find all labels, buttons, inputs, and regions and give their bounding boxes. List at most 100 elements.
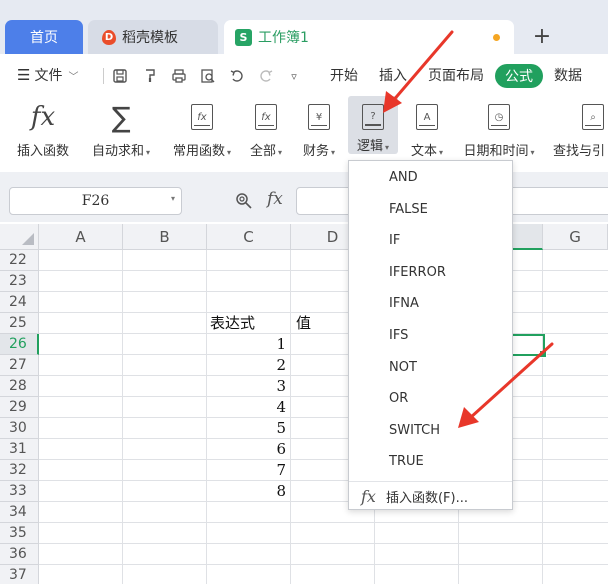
row-header-35[interactable]: 35	[0, 523, 39, 544]
tab-home[interactable]: 首页	[5, 20, 83, 54]
row-header-36[interactable]: 36	[0, 544, 39, 565]
column-gridline	[290, 250, 291, 584]
financial-functions-button[interactable]: ¥ 财务 ▾	[296, 96, 342, 164]
cell-c29[interactable]: 4	[208, 397, 288, 418]
menu-insert-label: 插入	[379, 68, 407, 84]
logical-functions-button[interactable]: ? 逻辑 ▾	[348, 96, 398, 154]
logic-function-iferror[interactable]: IFERROR	[349, 259, 512, 287]
row-gridline	[39, 270, 608, 271]
logical-functions-label: 逻辑	[356, 139, 383, 154]
cell-c31[interactable]: 6	[208, 439, 288, 460]
magnifier-book-icon: ⌕	[550, 100, 604, 134]
row-header-28[interactable]: 28	[0, 376, 39, 397]
row-header-29[interactable]: 29	[0, 397, 39, 418]
spreadsheet-logo-icon: S	[235, 28, 252, 46]
select-all-corner[interactable]	[0, 224, 39, 250]
logic-function-switch[interactable]: SWITCH	[349, 417, 512, 445]
new-tab-button[interactable]: +	[528, 22, 556, 50]
logic-function-and[interactable]: AND	[349, 164, 512, 192]
datetime-functions-button[interactable]: ◷ 日期和时间 ▾	[456, 96, 542, 164]
column-header-c[interactable]: C	[207, 224, 291, 250]
all-functions-button[interactable]: fx 全部 ▾	[244, 96, 288, 164]
row-gridline	[39, 564, 608, 565]
formula-bar: F26 ▾ fx	[0, 172, 608, 222]
spreadsheet-window: 首页 D 稻壳模板 S 工作簿1 + ☰ 文件 ﹀ ▿ 开始 插入 页面布局 数…	[0, 0, 608, 584]
dropdown-divider	[349, 481, 512, 482]
menu-insert[interactable]: 插入	[379, 54, 407, 96]
row-header-33[interactable]: 33	[0, 481, 39, 502]
financial-functions-label: 财务	[302, 144, 329, 159]
menu-divider	[103, 68, 104, 84]
menu-start[interactable]: 开始	[330, 54, 358, 96]
logic-function-if[interactable]: IF	[349, 227, 512, 255]
menu-page-layout[interactable]: 页面布局	[428, 54, 484, 96]
print-preview-icon[interactable]	[198, 67, 218, 85]
redo-icon[interactable]	[256, 67, 276, 85]
row-header-27[interactable]: 27	[0, 355, 39, 376]
row-header-25[interactable]: 25	[0, 313, 39, 334]
column-label: B	[159, 227, 170, 246]
fx-button[interactable]: fx	[267, 189, 283, 209]
customize-toolbar-icon[interactable]: ▿	[284, 67, 304, 85]
caret-down-icon: ▾	[385, 143, 390, 152]
zoom-search-icon[interactable]	[235, 192, 253, 214]
docer-logo-icon: D	[102, 29, 116, 45]
row-header-22[interactable]: 22	[0, 250, 39, 271]
cell-c30[interactable]: 5	[208, 418, 288, 439]
insert-function-menu-item[interactable]: fx 插入函数(F)...	[349, 483, 512, 509]
cell-d25[interactable]: 值	[296, 313, 311, 334]
row-gridline	[39, 501, 608, 502]
file-menu[interactable]: ☰ 文件 ﹀	[17, 54, 78, 96]
autosum-button[interactable]: ∑ 自动求和 ▾	[84, 96, 158, 164]
logic-function-or[interactable]: OR	[349, 385, 512, 413]
common-functions-button[interactable]: fx 常用函数 ▾	[164, 96, 240, 164]
name-box[interactable]: F26 ▾	[9, 187, 182, 215]
caret-down-icon: ▾	[439, 148, 444, 157]
cell-c25[interactable]: 表达式	[210, 313, 255, 334]
logic-function-ifna[interactable]: IFNA	[349, 290, 512, 318]
lookup-functions-label: 查找与引	[553, 144, 606, 159]
save-icon[interactable]	[110, 67, 130, 85]
cell-c26[interactable]: 1	[208, 334, 288, 355]
column-header-g[interactable]: G	[543, 224, 608, 250]
undo-icon[interactable]	[227, 67, 247, 85]
fx-label: fx	[267, 189, 283, 209]
cell-c27[interactable]: 2	[208, 355, 288, 376]
column-label: D	[326, 227, 339, 246]
caret-down-icon: ▾	[170, 194, 175, 203]
column-header-a[interactable]: A	[39, 224, 123, 250]
text-functions-button[interactable]: A 文本 ▾	[404, 96, 450, 164]
row-gridline	[39, 312, 608, 313]
cell-c33[interactable]: 8	[208, 481, 288, 502]
row-header-37[interactable]: 37	[0, 565, 39, 584]
row-header-26[interactable]: 26	[0, 334, 39, 355]
menu-formulas[interactable]: 公式	[495, 64, 543, 88]
logic-function-false[interactable]: FALSE	[349, 196, 512, 224]
row-header-34[interactable]: 34	[0, 502, 39, 523]
cell-text: 表达式	[210, 314, 256, 332]
cell-c28[interactable]: 3	[208, 376, 288, 397]
caret-down-icon: ▾	[331, 148, 336, 157]
lookup-functions-button[interactable]: ⌕ 查找与引	[550, 96, 608, 164]
insert-function-button[interactable]: fx 插入函数	[10, 96, 76, 164]
format-painter-icon[interactable]	[140, 67, 160, 85]
row-gridline	[39, 396, 608, 397]
row-header-32[interactable]: 32	[0, 460, 39, 481]
print-icon[interactable]	[169, 67, 189, 85]
logic-function-not[interactable]: NOT	[349, 354, 512, 382]
tab-docer-templates[interactable]: D 稻壳模板	[88, 20, 218, 54]
row-gridline	[39, 543, 608, 544]
column-gridline	[122, 250, 123, 584]
column-header-b[interactable]: B	[123, 224, 207, 250]
menu-data[interactable]: 数据	[554, 54, 582, 96]
row-header-23[interactable]: 23	[0, 271, 39, 292]
logic-function-true[interactable]: TRUE	[349, 448, 512, 476]
logic-function-ifs[interactable]: IFS	[349, 322, 512, 350]
insert-function-menu-label: 插入函数(F)...	[385, 490, 468, 506]
row-header-30[interactable]: 30	[0, 418, 39, 439]
row-header-24[interactable]: 24	[0, 292, 39, 313]
row-header-31[interactable]: 31	[0, 439, 39, 460]
caret-down-icon: ▾	[227, 148, 232, 157]
tab-workbook[interactable]: S 工作簿1	[224, 20, 514, 54]
cell-c32[interactable]: 7	[208, 460, 288, 481]
